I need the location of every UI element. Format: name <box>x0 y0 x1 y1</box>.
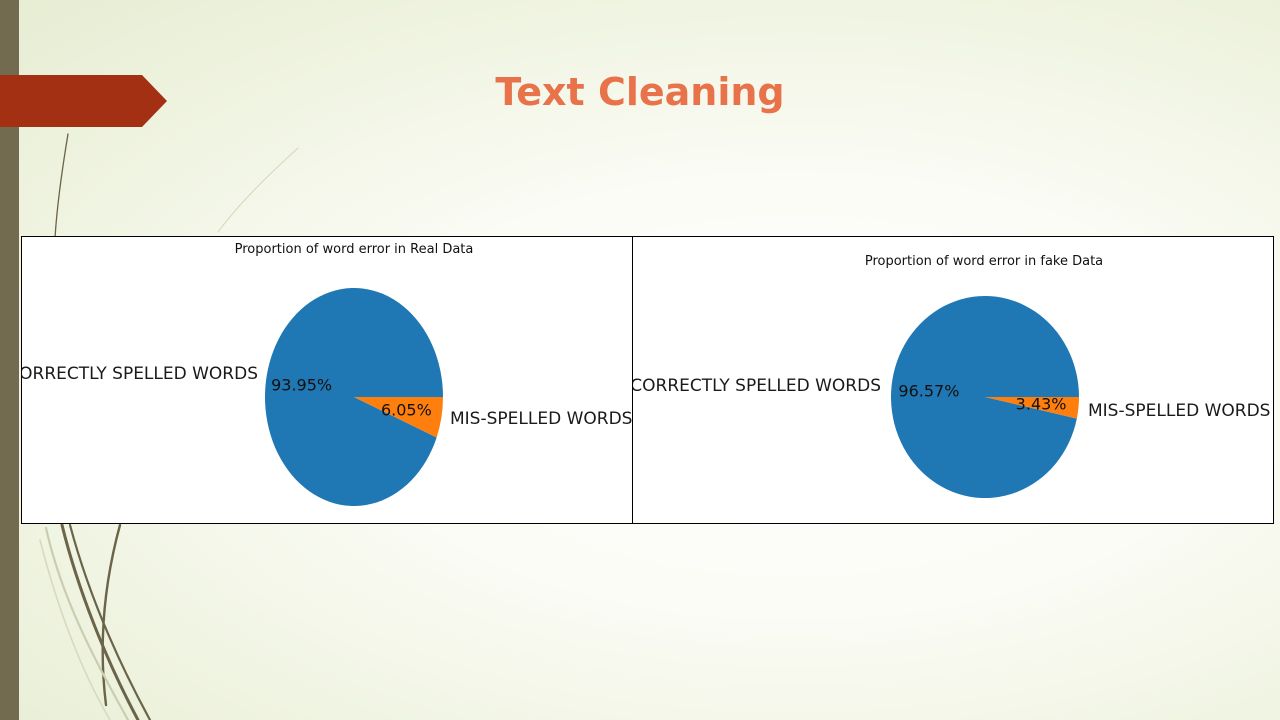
pie-percent-label: 96.57% <box>898 382 959 401</box>
slide-title: Text Cleaning <box>495 70 785 114</box>
pie-chart-fake-svg: Proportion of word error in fake Data 96.… <box>633 254 1270 499</box>
pie-slice-label: MIS-SPELLED WORDS <box>450 409 632 429</box>
pie-chart-real-data: Proportion of word error in Real Data 93.… <box>21 236 634 524</box>
chart-title: Proportion of word error in Real Data <box>235 242 474 257</box>
pie-percent-label: 6.05% <box>381 400 432 419</box>
pie-chart-fake-data: Proportion of word error in fake Data 96.… <box>632 236 1274 524</box>
pie-percent-label: 93.95% <box>271 376 332 395</box>
chart-title: Proportion of word error in fake Data <box>865 254 1103 269</box>
pie-slice-label: MIS-SPELLED WORDS <box>1088 401 1270 421</box>
pie-slice-label: CORRECTLY SPELLED WORDS <box>633 376 881 396</box>
pie-chart-real-svg: Proportion of word error in Real Data 93.… <box>22 242 632 507</box>
pie-slice-label: CORRECTLY SPELLED WORDS <box>22 364 258 384</box>
pie-percent-label: 3.43% <box>1016 395 1067 414</box>
